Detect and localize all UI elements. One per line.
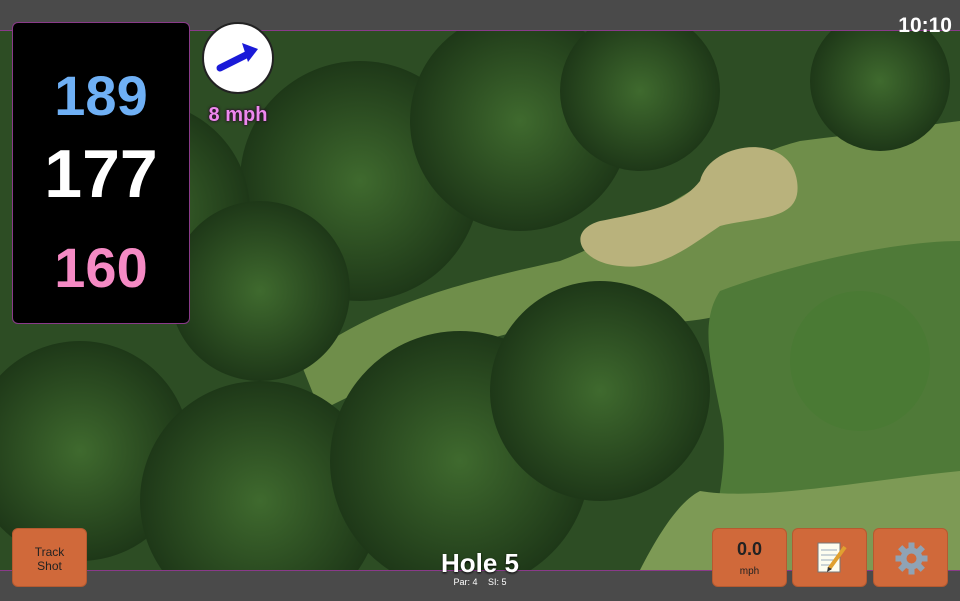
distance-panel: 189 177 160: [12, 22, 190, 324]
wind-arrow-icon: [216, 43, 258, 72]
middle-distance: 177: [44, 136, 158, 212]
track-shot-button[interactable]: Track Shot: [12, 528, 87, 587]
speed-button[interactable]: 0.0 mph: [712, 528, 787, 587]
track-shot-label-line1: Track: [34, 545, 65, 559]
gear-icon: [895, 542, 928, 575]
hole-par: Par: 4: [453, 577, 478, 587]
track-shot-label-line2: Shot: [37, 559, 62, 573]
notepad-icon: [817, 542, 847, 573]
settings-button[interactable]: [873, 528, 948, 587]
notes-button[interactable]: [792, 528, 867, 587]
back-distance: 189: [54, 64, 148, 127]
clock: 10:10: [898, 14, 952, 37]
front-distance: 160: [54, 236, 148, 299]
speed-unit: mph: [739, 566, 760, 577]
speed-value: 0.0: [736, 539, 763, 559]
wind-indicator: [202, 22, 274, 94]
hole-si: SI: 5: [488, 577, 507, 587]
hole-title: Hole 5: [440, 548, 520, 578]
wind-speed: 8 mph: [208, 104, 268, 126]
hole-info: Par: 4 SI: 5: [380, 577, 580, 587]
